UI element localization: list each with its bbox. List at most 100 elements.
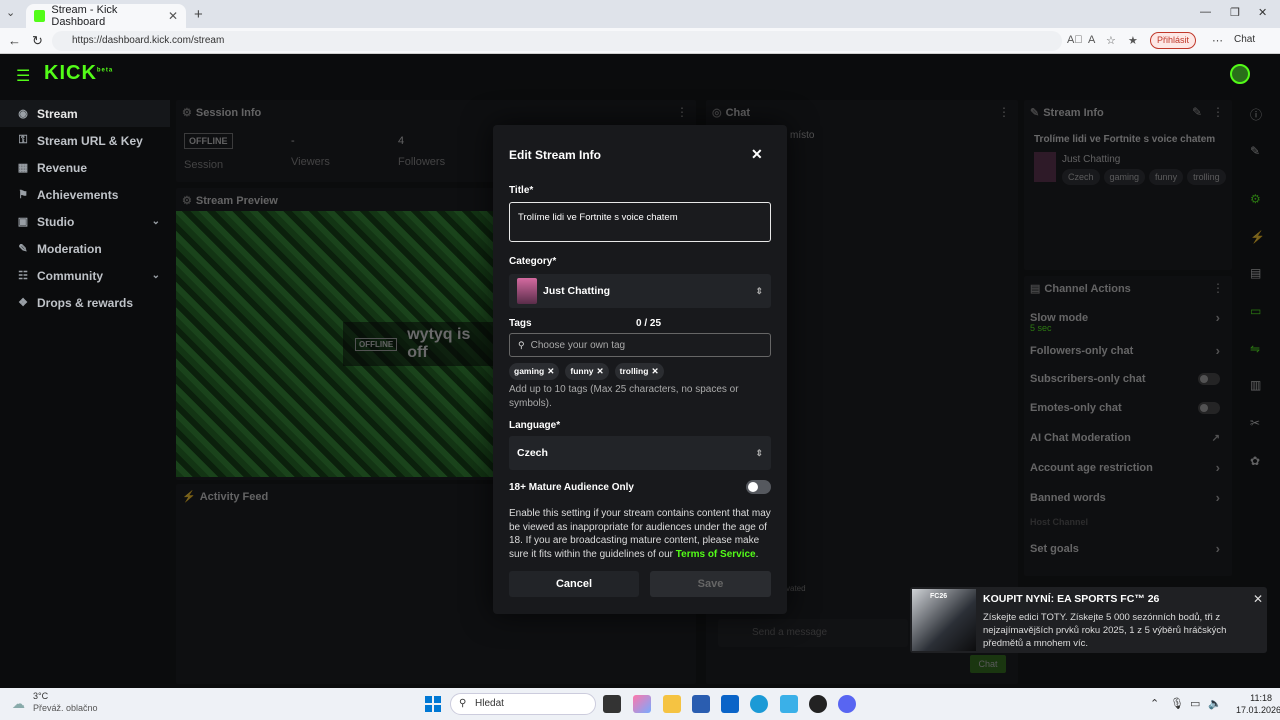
discord-icon[interactable] — [838, 695, 856, 713]
chat-send-button[interactable]: Chat — [970, 655, 1006, 673]
kebab-icon[interactable]: ⋮ — [1212, 281, 1224, 295]
file-explorer-icon[interactable] — [663, 695, 681, 713]
emotes-only-toggle[interactable] — [1198, 402, 1220, 414]
subscribers-only-toggle[interactable] — [1198, 373, 1220, 385]
terms-of-service-link[interactable]: Terms of Service — [676, 549, 756, 560]
language-select[interactable]: Czech ⇕ — [509, 436, 771, 470]
followers-only-row[interactable]: Followers-only chat › — [1030, 343, 1220, 358]
kebab-icon[interactable]: ⋮ — [1212, 105, 1224, 119]
remove-tag-icon[interactable]: ✕ — [651, 366, 658, 376]
account-age-row[interactable]: Account age restriction › — [1030, 460, 1220, 475]
chat-input[interactable]: Send a message — [718, 619, 908, 647]
favorites-icon[interactable]: ★ — [1128, 34, 1138, 47]
favorite-star-icon[interactable]: ☆ — [1106, 34, 1116, 47]
chat-bubble-icon[interactable]: ▭ — [1250, 304, 1261, 318]
url-field[interactable]: https://dashboard.kick.com/stream — [52, 31, 1062, 51]
document-icon[interactable]: ▤ — [1250, 266, 1261, 280]
close-icon[interactable]: ✕ — [1253, 592, 1263, 606]
weather-desc[interactable]: Převáž. oblačno — [33, 703, 98, 713]
info-icon[interactable]: ⓘ — [1250, 106, 1262, 123]
tray-chevron-icon[interactable]: ⌃ — [1150, 697, 1159, 710]
settings-icon[interactable]: ⚙ — [1250, 192, 1261, 206]
sidebar-item-stream[interactable]: ◉ Stream — [0, 100, 170, 127]
sidebar-item-moderation[interactable]: ✎ Moderation — [0, 235, 170, 262]
set-goals-row[interactable]: Set goals › — [1030, 541, 1220, 556]
back-icon[interactable]: ← — [8, 33, 21, 48]
edge-icon[interactable] — [750, 695, 768, 713]
reload-icon[interactable]: ↻ — [32, 33, 43, 49]
title-input[interactable]: Trolíme lidi ve Fortnite s voice chatem — [509, 202, 771, 242]
copilot-icon[interactable] — [633, 695, 651, 713]
kebab-icon[interactable]: ⋮ — [998, 105, 1010, 119]
tab-search-icon[interactable]: ⌄ — [6, 6, 15, 19]
minimize-icon[interactable]: — — [1200, 6, 1211, 18]
emotes-only-row[interactable]: Emotes-only chat — [1030, 402, 1220, 414]
maximize-icon[interactable]: ❐ — [1230, 6, 1240, 19]
edit-icon[interactable]: ✎ — [1192, 105, 1202, 119]
wrench-icon[interactable]: ✂ — [1250, 416, 1260, 430]
user-avatar[interactable] — [1230, 64, 1250, 84]
chat-partial-label: vated — [786, 584, 806, 593]
close-icon[interactable]: ✕ — [751, 146, 763, 163]
sidebar-item-stream-url-key[interactable]: ⚿ Stream URL & Key — [0, 127, 170, 154]
tag-search-input[interactable]: ⚲ Choose your own tag — [509, 333, 771, 357]
network-icon[interactable]: ▭ — [1190, 697, 1200, 710]
windows-start-icon[interactable] — [425, 696, 441, 712]
close-tab-icon[interactable]: ✕ — [168, 9, 178, 23]
sidebar-item-studio[interactable]: ▣ Studio ⌄ — [0, 208, 170, 235]
sidebar-item-achievements[interactable]: ⚑ Achievements — [0, 181, 170, 208]
tags-count: 0 / 25 — [636, 318, 662, 329]
sidebar-item-revenue[interactable]: ▦ Revenue — [0, 154, 170, 181]
tag-chip[interactable]: gaming ✕ — [509, 363, 560, 380]
app-icon[interactable] — [809, 695, 827, 713]
cancel-button[interactable]: Cancel — [509, 571, 639, 597]
subscribers-only-row[interactable]: Subscribers-only chat — [1030, 373, 1220, 385]
followers-label: Followers — [398, 156, 446, 168]
menu-icon[interactable]: ☰ — [16, 66, 30, 86]
kebab-icon[interactable]: ⋮ — [676, 105, 688, 119]
kick-logo[interactable]: KICKbeta — [44, 62, 113, 85]
signin-button[interactable]: Přihlásit — [1150, 32, 1197, 49]
ai-moderation-row[interactable]: AI Chat Moderation ↗ — [1030, 432, 1220, 444]
status-badge: OFFLINE — [184, 133, 233, 149]
tag-chip[interactable]: funny ✕ — [565, 363, 609, 380]
read-aloud-icon[interactable]: A — [1088, 34, 1095, 46]
key-icon: ⚿ — [18, 134, 28, 146]
mature-label: 18+ Mature Audience Only — [509, 482, 634, 493]
clock[interactable]: 11:18 17.01.2026 — [1236, 692, 1280, 716]
weather-temp[interactable]: 3°C — [33, 691, 48, 701]
chevron-right-icon: › — [1215, 310, 1220, 325]
pencil-icon[interactable]: ✎ — [1250, 144, 1260, 158]
banned-words-row[interactable]: Banned words › — [1030, 490, 1220, 505]
layout-icon[interactable]: ▥ — [1250, 378, 1261, 392]
translate-icon[interactable]: A⃞ — [1067, 34, 1083, 46]
link-icon[interactable]: ⇋ — [1250, 342, 1260, 356]
remove-tag-icon[interactable]: ✕ — [597, 366, 604, 376]
stream-info-tags: Czech gaming funny trolling — [1062, 169, 1230, 185]
category-select[interactable]: Just Chatting ⇕ — [509, 274, 771, 308]
outlook-icon[interactable] — [721, 695, 739, 713]
store-icon[interactable] — [692, 695, 710, 713]
apps-icon[interactable]: ✿ — [1250, 454, 1260, 468]
remove-tag-icon[interactable]: ✕ — [547, 366, 554, 376]
slow-mode-row[interactable]: Slow mode › — [1030, 310, 1220, 325]
cloud-icon[interactable]: ☁ — [12, 696, 25, 712]
mic-icon[interactable]: 🎙 — [1170, 697, 1184, 710]
ad-notification[interactable]: FC26 KOUPIT NYNÍ: EA SPORTS FC™ 26 Získe… — [910, 587, 1267, 653]
copilot-chat-button[interactable]: Chat — [1234, 34, 1255, 45]
sidebar-item-drops-rewards[interactable]: ❖ Drops & rewards — [0, 289, 170, 316]
browser-tab[interactable]: Stream - Kick Dashboard ✕ — [26, 4, 186, 28]
task-view-icon[interactable] — [603, 695, 621, 713]
bolt-icon[interactable]: ⚡ — [1250, 230, 1265, 244]
save-button[interactable]: Save — [650, 571, 771, 597]
sidebar-item-community[interactable]: ☷ Community ⌄ — [0, 262, 170, 289]
volume-icon[interactable]: 🔈 — [1208, 697, 1222, 710]
close-window-icon[interactable]: ✕ — [1258, 6, 1267, 19]
mature-toggle[interactable] — [746, 480, 771, 494]
new-tab-icon[interactable]: + — [194, 6, 203, 23]
taskbar-search[interactable]: ⚲ Hledat — [450, 693, 596, 715]
tag-chip[interactable]: trolling ✕ — [614, 363, 664, 380]
ad-badge: FC26 — [930, 593, 948, 600]
app-icon[interactable] — [780, 695, 798, 713]
more-icon[interactable]: ⋯ — [1212, 34, 1223, 47]
